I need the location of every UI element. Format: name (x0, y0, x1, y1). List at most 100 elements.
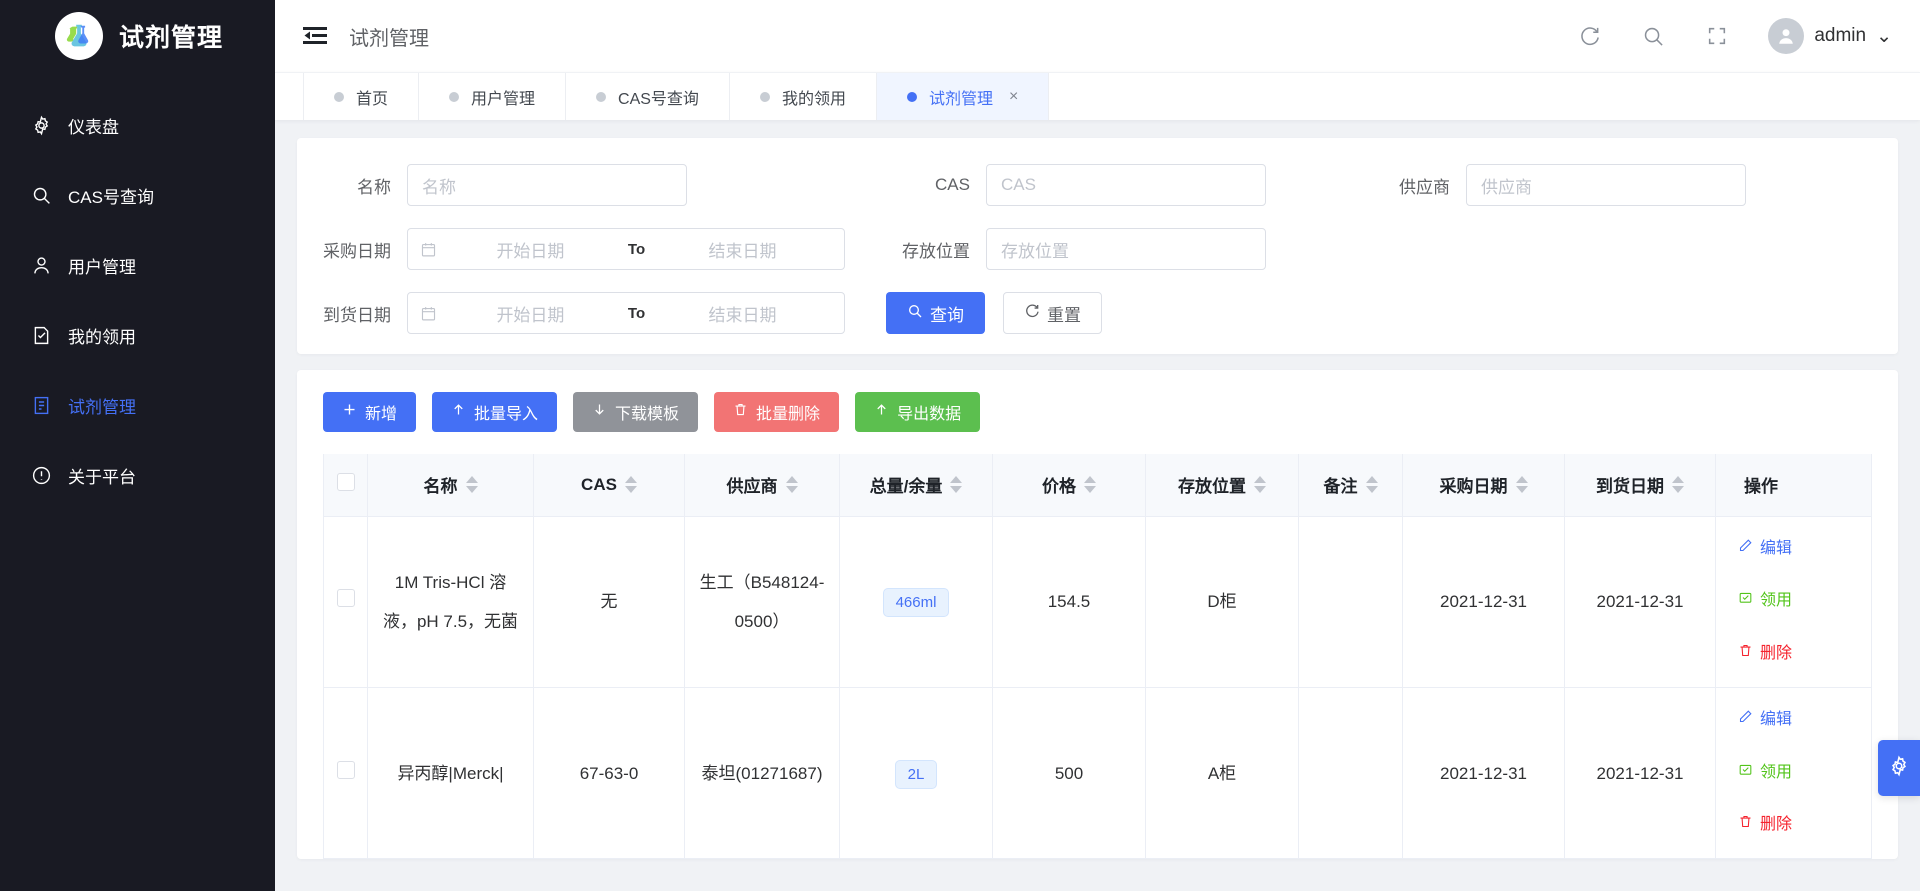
arrival-start-date[interactable]: 开始日期 (441, 301, 620, 326)
field-purchase-date-label: 采购日期 (323, 241, 391, 261)
delete-button[interactable]: 删除 (1738, 636, 1792, 673)
sort-icon[interactable] (624, 476, 637, 494)
cell-arrival-date: 2021-12-31 (1564, 687, 1716, 860)
table-row[interactable]: 异丙醇|Merck| 67-63-0 泰坦(01271687) 2L 500 A… (323, 687, 1872, 860)
cell-remark (1298, 687, 1403, 860)
table-row[interactable]: 1M Tris-HCl 溶液，pH 7.5，无菌 无 生工（B548124-05… (323, 516, 1872, 688)
reset-button-label: 重置 (1047, 305, 1081, 325)
row-select-cell (323, 516, 368, 688)
purchase-end-date[interactable]: 结束日期 (653, 237, 832, 262)
refresh-icon[interactable] (1576, 23, 1602, 49)
sidebar-item-label: 仪表盘 (68, 117, 119, 137)
delete-button[interactable]: 删除 (1738, 807, 1792, 844)
upload-icon (451, 402, 466, 422)
cell-arrival-date: 2021-12-31 (1564, 516, 1716, 688)
tab-reagent-manage[interactable]: 试剂管理 × (876, 73, 1050, 120)
download-template-button[interactable]: 下载模板 (573, 392, 699, 432)
sort-icon[interactable] (1084, 476, 1096, 494)
row-checkbox[interactable] (336, 760, 355, 779)
flask-icon (55, 12, 103, 60)
sidebar-item-user-manage[interactable]: 用户管理 (0, 230, 275, 300)
row-operations: 编辑 领用 删除 (1728, 531, 1859, 673)
row-select-cell (323, 687, 368, 860)
arrival-end-date[interactable]: 结束日期 (653, 301, 832, 326)
edit-button[interactable]: 编辑 (1738, 702, 1792, 739)
avatar (1768, 18, 1805, 54)
col-cas[interactable]: CAS (533, 454, 685, 517)
sidebar-item-dashboard[interactable]: 仪表盘 (0, 90, 275, 160)
field-cas: CAS CAS (886, 164, 1266, 206)
row-checkbox[interactable] (336, 589, 355, 608)
receive-button[interactable]: 领用 (1738, 755, 1792, 792)
cell-name: 1M Tris-HCl 溶液，pH 7.5，无菌 (367, 516, 534, 688)
tab-close-icon[interactable]: × (1009, 88, 1018, 106)
batch-import-button[interactable]: 批量导入 (432, 392, 558, 432)
user-icon (30, 254, 52, 276)
tab-home[interactable]: 首页 (303, 73, 420, 120)
tab-my-receipts[interactable]: 我的领用 (730, 73, 877, 120)
col-purchase-date[interactable]: 采购日期 (1402, 454, 1565, 517)
select-all-checkbox[interactable] (336, 473, 355, 492)
purchase-date-range[interactable]: 开始日期 To 结束日期 (407, 228, 845, 270)
arrival-date-range[interactable]: 开始日期 To 结束日期 (407, 292, 845, 334)
plus-icon (342, 402, 357, 422)
table-toolbar: 新增 批量导入 下载模板 批量删除 导出数据 (323, 392, 1872, 432)
col-price-label: 价格 (1042, 477, 1076, 497)
sort-icon[interactable] (950, 476, 963, 494)
user-name: admin (1814, 25, 1867, 46)
cell-supplier: 泰坦(01271687) (684, 687, 840, 860)
amount-tag: 466ml (882, 588, 950, 618)
col-amount[interactable]: 总量/余量 (839, 454, 993, 517)
tab-label: CAS号查询 (618, 90, 699, 108)
batch-delete-button[interactable]: 批量删除 (714, 392, 840, 432)
field-name: 名称 名称 (297, 164, 687, 206)
purchase-start-date[interactable]: 开始日期 (441, 237, 620, 262)
cell-supplier: 生工（B548124-0500） (684, 516, 840, 688)
col-arrival-date[interactable]: 到货日期 (1564, 454, 1716, 517)
storage-input[interactable]: 存放位置 (986, 228, 1266, 270)
col-name[interactable]: 名称 (367, 454, 534, 517)
sidebar-item-cas-query[interactable]: CAS号查询 (0, 160, 275, 230)
col-storage-label: 存放位置 (1178, 477, 1246, 497)
name-input[interactable]: 名称 (407, 164, 687, 206)
sort-icon[interactable] (1365, 476, 1378, 494)
search-icon[interactable] (1640, 23, 1666, 49)
col-supplier[interactable]: 供应商 (684, 454, 840, 517)
export-data-button[interactable]: 导出数据 (855, 392, 981, 432)
sort-icon[interactable] (1672, 476, 1684, 494)
tab-label: 试剂管理 (928, 90, 993, 108)
search-form-row-1: 名称 名称 CAS CAS 供应商 供应商 (297, 164, 1898, 206)
edit-button[interactable]: 编辑 (1738, 531, 1792, 568)
trash-icon (1738, 807, 1753, 844)
reset-button[interactable]: 重置 (1003, 292, 1102, 334)
receive-button[interactable]: 领用 (1738, 583, 1792, 620)
supplier-input[interactable]: 供应商 (1466, 164, 1746, 206)
user-menu[interactable]: admin ⌄ (1768, 18, 1892, 54)
receive-label: 领用 (1760, 592, 1793, 610)
cell-price: 154.5 (992, 516, 1146, 688)
sort-icon[interactable] (465, 476, 478, 494)
field-name-label: 名称 (357, 177, 391, 197)
sort-icon[interactable] (1254, 476, 1266, 494)
amount-tag: 2L (894, 759, 938, 789)
col-price[interactable]: 价格 (992, 454, 1146, 517)
row-operations: 编辑 领用 删除 (1728, 702, 1859, 844)
sidebar-item-reagent-manage[interactable]: 试剂管理 (0, 370, 275, 440)
search-button[interactable]: 查询 (886, 292, 985, 334)
tab-cas-query[interactable]: CAS号查询 (566, 73, 730, 120)
cas-input[interactable]: CAS (986, 164, 1266, 206)
tab-user-manage[interactable]: 用户管理 (419, 73, 567, 120)
sidebar-item-my-receipts[interactable]: 我的领用 (0, 300, 275, 370)
floating-settings-button[interactable] (1878, 740, 1920, 796)
reagent-table: 名称 CAS 供应商 总量/余量 价格 存放位置 备注 采购日期 到货日期 操作… (323, 454, 1872, 860)
receive-icon (1738, 583, 1753, 620)
menu-fold-icon[interactable] (303, 26, 327, 46)
sort-icon[interactable] (1515, 476, 1528, 494)
col-remark[interactable]: 备注 (1298, 454, 1403, 517)
fullscreen-icon[interactable] (1704, 23, 1730, 49)
table-card: 新增 批量导入 下载模板 批量删除 导出数据 名称 CAS 供应商 总量/余量 … (297, 370, 1898, 860)
col-storage[interactable]: 存放位置 (1145, 454, 1299, 517)
sort-icon[interactable] (785, 476, 798, 494)
add-button[interactable]: 新增 (323, 392, 417, 432)
sidebar-item-about[interactable]: 关于平台 (0, 440, 275, 510)
